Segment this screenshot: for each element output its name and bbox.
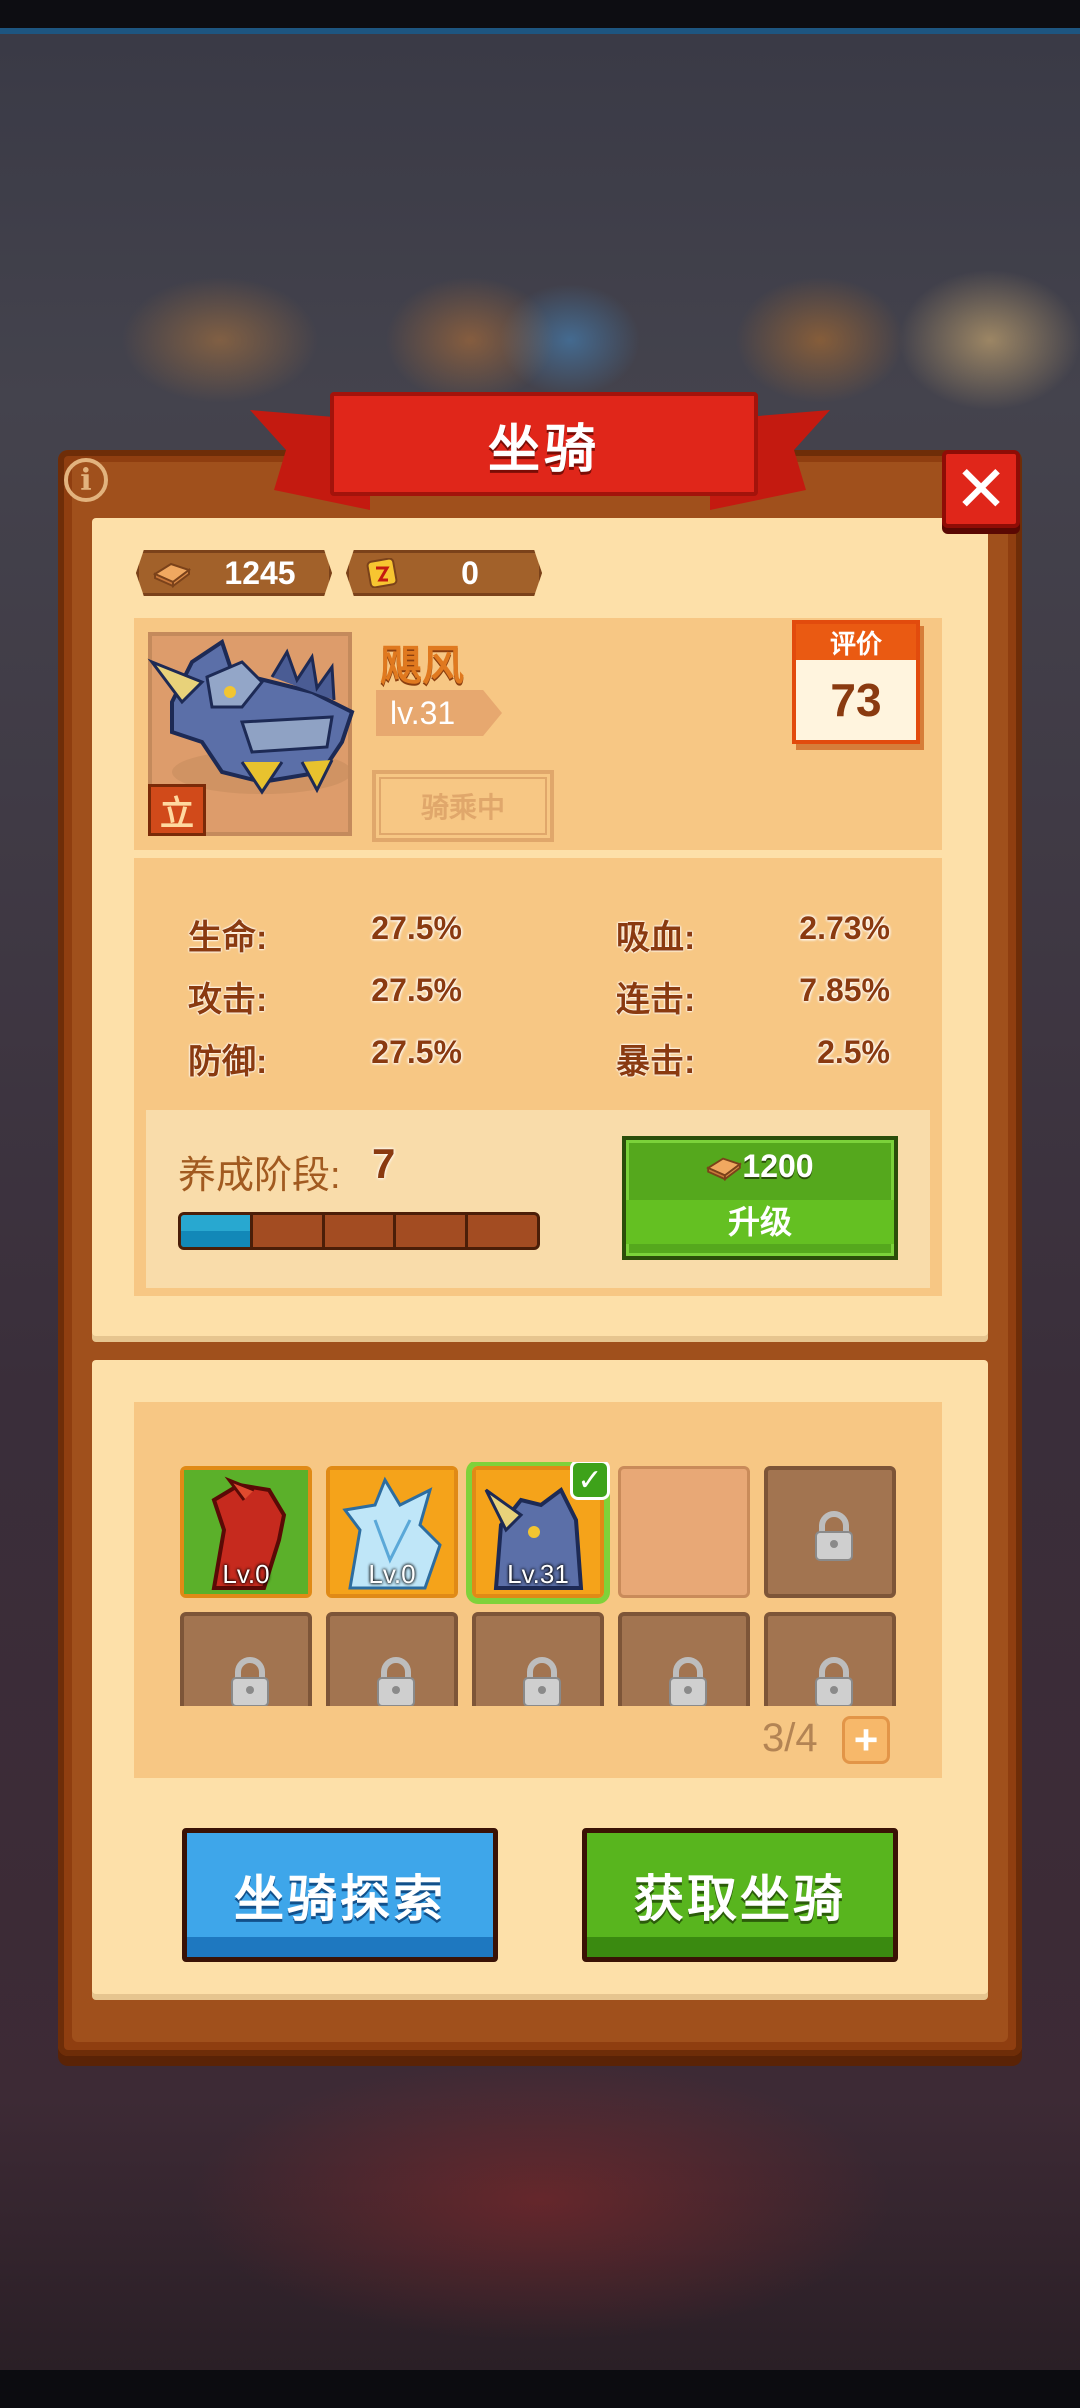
ticket-amount: 0: [461, 554, 479, 591]
stat-defense-label: 防御:: [188, 1043, 268, 1081]
progress-segment: [468, 1215, 537, 1247]
parts-amount: 1245: [224, 554, 296, 591]
lock-icon: [815, 1657, 853, 1706]
stat-hp-label: 生命:: [188, 919, 268, 957]
stat-attack-label: 攻击:: [188, 981, 268, 1019]
add-slot-button[interactable]: +: [842, 1716, 890, 1764]
lock-icon: [377, 1657, 415, 1706]
selected-check-icon: ✓: [570, 1462, 610, 1500]
navigation-bar: [0, 2372, 1080, 2408]
riding-status-button[interactable]: 骑乘中: [372, 770, 554, 842]
ticket-currency: 0: [346, 550, 542, 596]
empty-slot[interactable]: [618, 1466, 750, 1598]
info-icon[interactable]: i: [64, 458, 108, 502]
mount-name: 飓风: [380, 642, 465, 689]
rating-label: 评价: [796, 624, 916, 660]
rating-value: 73: [830, 674, 882, 726]
mount-slot-armored-rhino[interactable]: Lv.31 ✓: [472, 1462, 610, 1598]
locked-slot: [180, 1612, 312, 1706]
stat-attack-value: 27.5%: [371, 972, 462, 1008]
progress-segment: [181, 1215, 253, 1247]
mount-slot-grid[interactable]: Lv.0 Lv.0 Lv.31 ✓: [176, 1462, 906, 1706]
locked-slot: [326, 1612, 458, 1706]
stand-badge-icon: 立: [148, 784, 206, 836]
progress-segment: [325, 1215, 397, 1247]
upgrade-cost-value: 1200: [742, 1148, 814, 1184]
parts-icon: [706, 1157, 743, 1181]
rating-card: 评价 73: [792, 620, 920, 744]
stat-crit-value: 2.5%: [817, 1034, 890, 1070]
dialog-title: 坐骑: [487, 420, 600, 479]
parts-icon: [153, 562, 191, 588]
status-bar: [0, 0, 1080, 28]
close-icon: ✕: [954, 452, 1008, 525]
locked-slot: [618, 1612, 750, 1706]
cultivation-value: 7: [372, 1140, 396, 1187]
stat-crit-label: 暴击:: [616, 1043, 696, 1081]
close-button[interactable]: ✕: [942, 450, 1020, 528]
lock-icon: [231, 1657, 269, 1706]
slot-count: 3/4: [762, 1716, 818, 1760]
progress-segment: [253, 1215, 325, 1247]
upgrade-label: 升级: [626, 1200, 894, 1244]
locked-slot: [764, 1612, 896, 1706]
stat-combo-label: 连击:: [616, 981, 696, 1019]
stat-hp-value: 27.5%: [371, 910, 462, 946]
obtain-mount-button[interactable]: 获取坐骑: [582, 1828, 898, 1962]
slot-level: Lv.31: [507, 1559, 569, 1589]
progress-segment: [396, 1215, 469, 1247]
stat-defense-value: 27.5%: [371, 1034, 462, 1070]
mount-level: lv.31: [376, 690, 502, 736]
mount-slot-red-horse[interactable]: Lv.0: [180, 1466, 312, 1598]
upgrade-cost: 1200: [626, 1148, 894, 1185]
upgrade-button[interactable]: 1200 升级: [622, 1136, 898, 1260]
cultivation-progress-bar: [178, 1212, 540, 1250]
stat-lifesteal-label: 吸血:: [616, 919, 696, 957]
locked-slot: [472, 1612, 604, 1706]
cultivation-label: 养成阶段:: [178, 1155, 341, 1197]
ticket-icon: [366, 558, 398, 588]
title-ribbon: 坐骑: [330, 392, 758, 496]
plus-icon: +: [853, 1716, 879, 1763]
lock-icon: [523, 1657, 561, 1706]
lock-icon: [669, 1657, 707, 1706]
lock-icon: [815, 1511, 853, 1561]
stat-lifesteal-value: 2.73%: [799, 910, 890, 946]
locked-slot: [764, 1466, 896, 1598]
mount-slot-ice-crystal[interactable]: Lv.0: [326, 1466, 458, 1598]
stat-combo-value: 7.85%: [799, 972, 890, 1008]
parts-currency: 1245: [136, 550, 332, 596]
slot-level: Lv.0: [368, 1559, 416, 1589]
explore-mount-button[interactable]: 坐骑探索: [182, 1828, 498, 1962]
slot-level: Lv.0: [222, 1559, 270, 1589]
